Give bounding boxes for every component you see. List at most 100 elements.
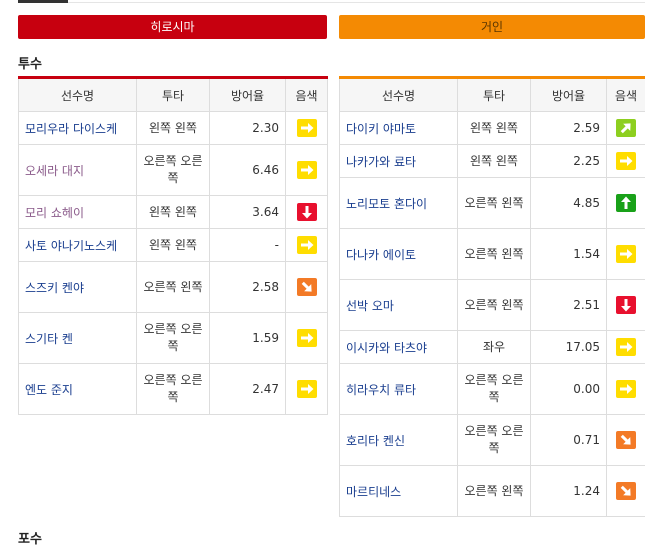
symbol-cell (607, 229, 645, 280)
symbol-cell (607, 364, 645, 415)
era-cell: 1.24 (531, 466, 607, 517)
era-cell: 2.58 (210, 262, 286, 313)
throw-bat-cell: 좌우 (458, 331, 531, 364)
header-era: 방어율 (531, 78, 607, 112)
header-name: 선수명 (340, 78, 458, 112)
right-arrow-icon (297, 119, 317, 137)
throw-bat-cell: 오른쪽 오른쪽 (458, 415, 531, 466)
era-cell: 0.71 (531, 415, 607, 466)
header-era: 방어율 (210, 78, 286, 112)
throw-bat-cell: 오른쪽 왼쪽 (458, 466, 531, 517)
symbol-cell (607, 280, 645, 331)
player-row: 다이키 야마토왼쪽 왼쪽2.59 (340, 112, 645, 145)
era-cell: 1.59 (210, 313, 286, 364)
player-name-link[interactable]: 마르티네스 (340, 466, 458, 517)
header-symbol: 음색 (607, 78, 645, 112)
down-arrow-icon (297, 203, 317, 221)
throw-bat-cell: 오른쪽 왼쪽 (137, 262, 210, 313)
symbol-cell (286, 313, 328, 364)
player-name-link[interactable]: 다이키 야마토 (340, 112, 458, 145)
active-tab-indicator (18, 0, 68, 3)
player-name-link[interactable]: 모리우라 다이스케 (19, 112, 137, 145)
down-right-arrow-icon (616, 431, 636, 449)
player-name-link[interactable]: 사토 야나기노스케 (19, 229, 137, 262)
section-title-pitchers: 투수 (18, 53, 42, 72)
symbol-cell (286, 196, 328, 229)
player-name-link[interactable]: 엔도 준지 (19, 364, 137, 415)
team-button-right[interactable]: 거인 (339, 15, 645, 39)
throw-bat-cell: 왼쪽 왼쪽 (137, 196, 210, 229)
right-arrow-icon (297, 380, 317, 398)
throw-bat-cell: 오른쪽 오른쪽 (458, 364, 531, 415)
throw-bat-cell: 오른쪽 왼쪽 (458, 178, 531, 229)
header-name: 선수명 (19, 78, 137, 112)
player-row: 호리타 켄신오른쪽 오른쪽0.71 (340, 415, 645, 466)
era-cell: 4.85 (531, 178, 607, 229)
player-row: 사토 야나기노스케왼쪽 왼쪽- (19, 229, 328, 262)
era-cell: 3.64 (210, 196, 286, 229)
symbol-cell (607, 145, 645, 178)
player-name-link[interactable]: 스기타 켄 (19, 313, 137, 364)
symbol-cell (286, 145, 328, 196)
pitcher-table-right: 선수명 투타 방어율 음색 다이키 야마토왼쪽 왼쪽2.59나카가와 료타왼쪽 … (339, 76, 645, 517)
throw-bat-cell: 왼쪽 왼쪽 (458, 112, 531, 145)
right-arrow-icon (616, 152, 636, 170)
era-cell: 2.59 (531, 112, 607, 145)
throw-bat-cell: 왼쪽 왼쪽 (137, 229, 210, 262)
symbol-cell (286, 364, 328, 415)
era-cell: 6.46 (210, 145, 286, 196)
pitcher-table-left: 선수명 투타 방어율 음색 모리우라 다이스케왼쪽 왼쪽2.30오세라 대지오른… (18, 76, 328, 415)
player-name-link[interactable]: 다나카 에이토 (340, 229, 458, 280)
throw-bat-cell: 오른쪽 오른쪽 (137, 364, 210, 415)
down-arrow-icon (616, 296, 636, 314)
symbol-cell (607, 466, 645, 517)
player-row: 엔도 준지오른쪽 오른쪽2.47 (19, 364, 328, 415)
player-name-link[interactable]: 호리타 켄신 (340, 415, 458, 466)
player-row: 다나카 에이토오른쪽 왼쪽1.54 (340, 229, 645, 280)
player-name-link[interactable]: 선박 오마 (340, 280, 458, 331)
player-name-link[interactable]: 히라우치 류타 (340, 364, 458, 415)
throw-bat-cell: 왼쪽 왼쪽 (458, 145, 531, 178)
player-row: 모리우라 다이스케왼쪽 왼쪽2.30 (19, 112, 328, 145)
symbol-cell (607, 415, 645, 466)
throw-bat-cell: 왼쪽 왼쪽 (137, 112, 210, 145)
header-symbol: 음색 (286, 78, 328, 112)
era-cell: 2.30 (210, 112, 286, 145)
era-cell: 0.00 (531, 364, 607, 415)
symbol-cell (286, 262, 328, 313)
symbol-cell (607, 331, 645, 364)
era-cell: 1.54 (531, 229, 607, 280)
team-button-left[interactable]: 히로시마 (18, 15, 327, 39)
player-name-link[interactable]: 이시카와 타츠야 (340, 331, 458, 364)
player-name-link[interactable]: 오세라 대지 (19, 145, 137, 196)
throw-bat-cell: 오른쪽 오른쪽 (137, 313, 210, 364)
tab-underline (18, 2, 645, 3)
symbol-cell (286, 229, 328, 262)
up-right-arrow-icon (616, 119, 636, 137)
player-row: 마르티네스오른쪽 왼쪽1.24 (340, 466, 645, 517)
section-title-catchers: 포수 (18, 528, 42, 547)
player-name-link[interactable]: 모리 쇼헤이 (19, 196, 137, 229)
right-arrow-icon (616, 338, 636, 356)
throw-bat-cell: 오른쪽 오른쪽 (137, 145, 210, 196)
right-arrow-icon (297, 236, 317, 254)
player-row: 모리 쇼헤이왼쪽 왼쪽3.64 (19, 196, 328, 229)
player-name-link[interactable]: 노리모토 혼다이 (340, 178, 458, 229)
player-row: 노리모토 혼다이오른쪽 왼쪽4.85 (340, 178, 645, 229)
player-row: 선박 오마오른쪽 왼쪽2.51 (340, 280, 645, 331)
symbol-cell (286, 112, 328, 145)
right-arrow-icon (616, 380, 636, 398)
down-right-arrow-icon (616, 482, 636, 500)
era-cell: 2.25 (531, 145, 607, 178)
player-name-link[interactable]: 나카가와 료타 (340, 145, 458, 178)
down-right-arrow-icon (297, 278, 317, 296)
player-row: 오세라 대지오른쪽 오른쪽6.46 (19, 145, 328, 196)
player-row: 나카가와 료타왼쪽 왼쪽2.25 (340, 145, 645, 178)
symbol-cell (607, 178, 645, 229)
player-row: 스즈키 켄야오른쪽 왼쪽2.58 (19, 262, 328, 313)
symbol-cell (607, 112, 645, 145)
player-row: 이시카와 타츠야좌우17.05 (340, 331, 645, 364)
player-name-link[interactable]: 스즈키 켄야 (19, 262, 137, 313)
up-arrow-icon (616, 194, 636, 212)
right-arrow-icon (616, 245, 636, 263)
